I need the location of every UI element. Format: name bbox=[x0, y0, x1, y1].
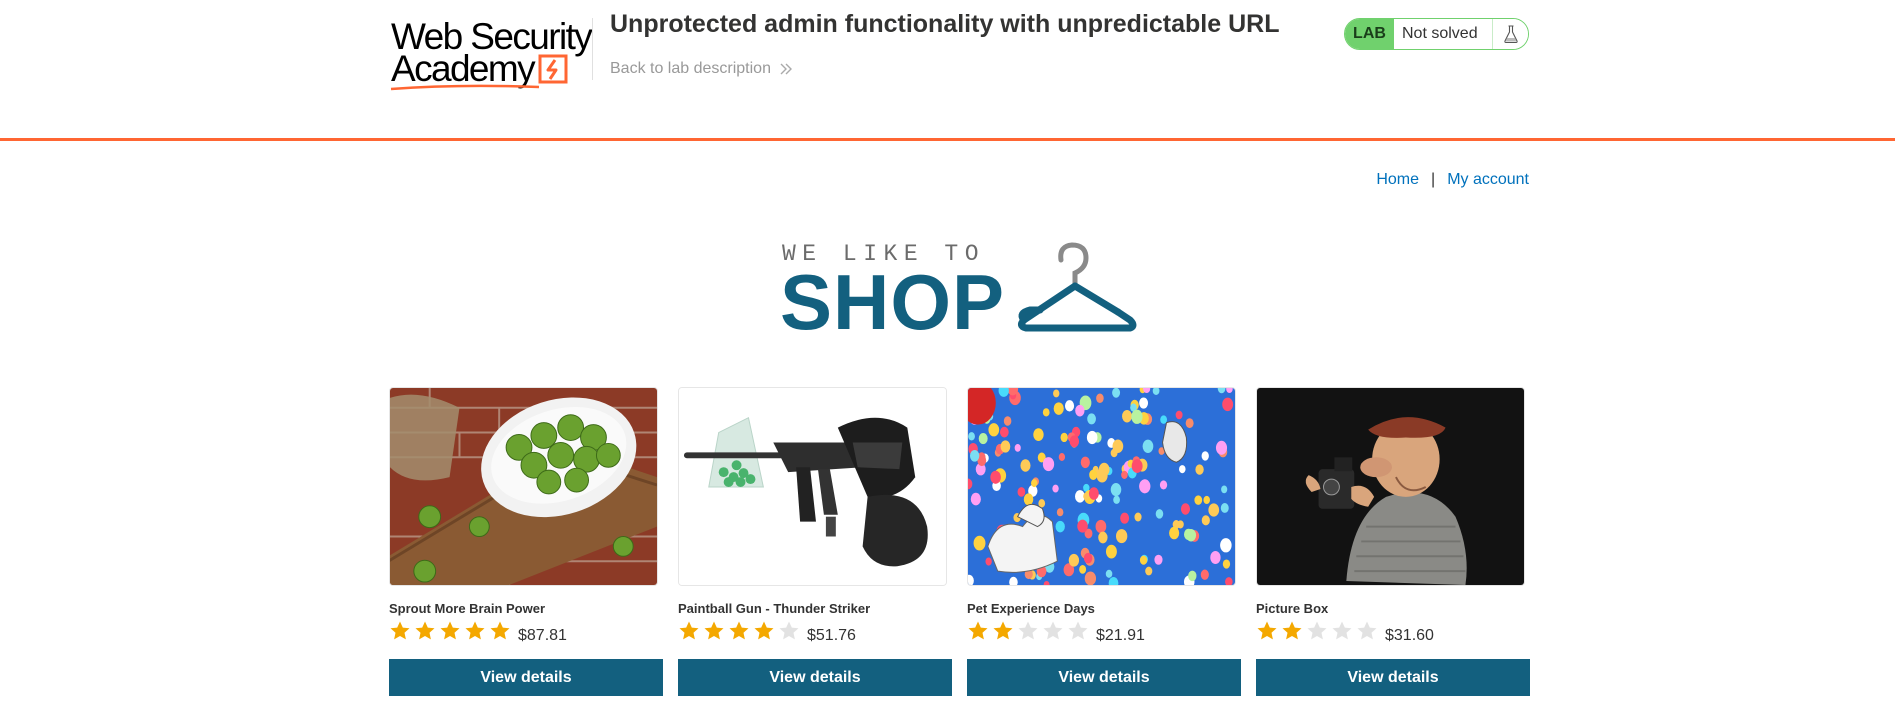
clothes-hanger-icon bbox=[1017, 242, 1137, 332]
star-empty-icon bbox=[1307, 621, 1327, 640]
nav-separator: | bbox=[1431, 171, 1436, 188]
logo-underline-swoosh bbox=[390, 84, 540, 91]
back-link-label: Back to lab description bbox=[610, 60, 771, 77]
product-name: Pet Experience Days bbox=[967, 601, 1095, 616]
back-to-lab-description-link[interactable]: Back to lab description bbox=[610, 60, 793, 78]
shop-banner: WE LIKE TO SHOP bbox=[780, 238, 1140, 346]
view-details-button[interactable]: View details bbox=[678, 659, 952, 696]
product-price: $21.91 bbox=[1096, 627, 1145, 644]
product-rating bbox=[1256, 620, 1381, 642]
product-rating bbox=[967, 620, 1092, 642]
star-filled-icon bbox=[1257, 621, 1277, 640]
product-image-brussels-sprouts bbox=[389, 387, 658, 586]
star-filled-icon bbox=[993, 621, 1013, 640]
product-card: Sprout More Brain Power $87.81 View deta… bbox=[389, 387, 663, 697]
star-filled-icon bbox=[440, 621, 460, 640]
product-name: Sprout More Brain Power bbox=[389, 601, 546, 616]
star-empty-icon bbox=[779, 621, 799, 640]
star-filled-icon bbox=[490, 621, 510, 640]
product-image-old-photographer bbox=[1256, 387, 1525, 586]
star-empty-icon bbox=[1068, 621, 1088, 640]
header-divider bbox=[592, 18, 593, 80]
lab-badge: LAB bbox=[1345, 19, 1394, 49]
top-navigation: Home | My account bbox=[1376, 171, 1529, 189]
banner-title: SHOP bbox=[780, 258, 1006, 346]
lab-status-widget: LAB Not solved bbox=[1344, 18, 1529, 50]
star-filled-icon bbox=[1282, 621, 1302, 640]
lab-title: Unprotected admin functionality with unp… bbox=[610, 10, 1280, 38]
home-link[interactable]: Home bbox=[1376, 171, 1419, 189]
product-card: Paintball Gun - Thunder Striker $51.76 V… bbox=[678, 387, 952, 697]
view-details-button[interactable]: View details bbox=[1256, 659, 1530, 696]
star-filled-icon bbox=[415, 621, 435, 640]
product-card: Pet Experience Days $21.91 View details bbox=[967, 387, 1241, 697]
product-name: Picture Box bbox=[1256, 601, 1329, 616]
product-rating bbox=[678, 620, 803, 642]
product-name: Paintball Gun - Thunder Striker bbox=[678, 601, 871, 616]
product-grid: Sprout More Brain Power $87.81 View deta… bbox=[389, 387, 1530, 697]
view-details-button[interactable]: View details bbox=[967, 659, 1241, 696]
product-price: $51.76 bbox=[807, 627, 856, 644]
academy-header: Web Security Academy Unprotected admin f… bbox=[0, 0, 1895, 141]
star-filled-icon bbox=[465, 621, 485, 640]
product-price: $87.81 bbox=[518, 627, 567, 644]
my-account-link[interactable]: My account bbox=[1447, 171, 1529, 189]
double-chevron-right-icon bbox=[780, 63, 792, 75]
lab-solved-status: Not solved bbox=[1394, 19, 1492, 49]
star-empty-icon bbox=[1357, 621, 1377, 640]
star-empty-icon bbox=[1018, 621, 1038, 640]
star-filled-icon bbox=[729, 621, 749, 640]
star-filled-icon bbox=[390, 621, 410, 640]
flask-icon bbox=[1492, 19, 1528, 49]
view-details-button[interactable]: View details bbox=[389, 659, 663, 696]
star-filled-icon bbox=[754, 621, 774, 640]
product-image-dogs-balloons bbox=[967, 387, 1236, 586]
star-empty-icon bbox=[1332, 621, 1352, 640]
star-empty-icon bbox=[1043, 621, 1063, 640]
star-filled-icon bbox=[679, 621, 699, 640]
web-security-academy-logo[interactable]: Web Security Academy bbox=[389, 14, 593, 91]
product-rating bbox=[389, 620, 514, 642]
star-filled-icon bbox=[968, 621, 988, 640]
product-card: Picture Box $31.60 View details bbox=[1256, 387, 1530, 697]
product-price: $31.60 bbox=[1385, 627, 1434, 644]
star-filled-icon bbox=[704, 621, 724, 640]
product-image-paintball-gun bbox=[678, 387, 947, 586]
